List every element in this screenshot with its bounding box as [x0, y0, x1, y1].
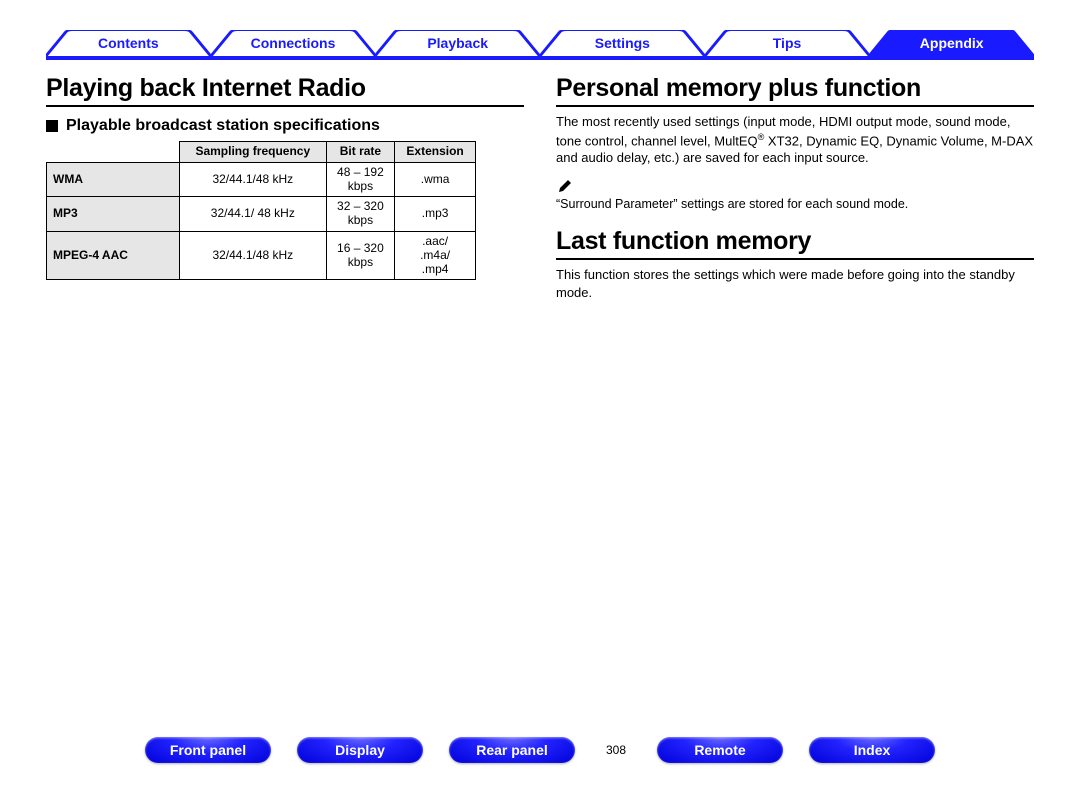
table-cell: 32/44.1/ 48 kHz	[180, 197, 327, 232]
table-header: Bit rate	[326, 142, 395, 163]
pill-label: Rear panel	[476, 742, 548, 758]
pill-index[interactable]: Index	[809, 737, 935, 763]
pill-label: Display	[335, 742, 385, 758]
tab-appendix[interactable]: Appendix	[869, 30, 1034, 56]
pill-label: Front panel	[170, 742, 246, 758]
table-cell: 32/44.1/48 kHz	[180, 162, 327, 197]
table-cell: 32 – 320kbps	[326, 197, 395, 232]
pill-rear-panel[interactable]: Rear panel	[449, 737, 575, 763]
table-header: Sampling frequency	[180, 142, 327, 163]
tab-label: Tips	[773, 35, 802, 51]
pill-display[interactable]: Display	[297, 737, 423, 763]
content: Playing back Internet Radio Playable bro…	[46, 74, 1034, 307]
bottom-nav: Front panel Display Rear panel 308 Remot…	[0, 737, 1080, 763]
tab-settings[interactable]: Settings	[540, 30, 705, 56]
table-cell: .aac/.m4a/.mp4	[395, 231, 476, 279]
heading-last-function: Last function memory	[556, 227, 1034, 260]
pill-remote[interactable]: Remote	[657, 737, 783, 763]
page-number: 308	[601, 743, 631, 757]
col-right: Personal memory plus function The most r…	[556, 74, 1034, 307]
tab-label: Playback	[427, 35, 488, 51]
tab-tips[interactable]: Tips	[705, 30, 870, 56]
tab-label: Contents	[98, 35, 159, 51]
tab-label: Connections	[251, 35, 336, 51]
table-header: Extension	[395, 142, 476, 163]
table-format: MPEG-4 AAC	[47, 231, 180, 279]
table-cell: .mp3	[395, 197, 476, 232]
tab-playback[interactable]: Playback	[375, 30, 540, 56]
table-row: MP3 32/44.1/ 48 kHz 32 – 320kbps .mp3	[47, 197, 476, 232]
heading-personal-memory: Personal memory plus function	[556, 74, 1034, 107]
pill-front-panel[interactable]: Front panel	[145, 737, 271, 763]
top-nav: Contents Connections Playback Settings T…	[46, 30, 1034, 60]
tab-label: Appendix	[920, 35, 984, 51]
spec-table: Sampling frequency Bit rate Extension WM…	[46, 141, 476, 280]
tab-contents[interactable]: Contents	[46, 30, 211, 56]
table-header-row: Sampling frequency Bit rate Extension	[47, 142, 476, 163]
heading-internet-radio: Playing back Internet Radio	[46, 74, 524, 107]
subheading-label: Playable broadcast station specification…	[66, 117, 380, 135]
table-format: MP3	[47, 197, 180, 232]
note-icon	[556, 177, 574, 195]
table-cell: 48 – 192kbps	[326, 162, 395, 197]
top-nav-underline	[46, 56, 1034, 60]
paragraph-last-function: This function stores the settings which …	[556, 266, 1034, 301]
note-surround-parameter: “Surround Parameter” settings are stored…	[556, 197, 1034, 211]
square-bullet-icon	[46, 120, 58, 132]
table-row: MPEG-4 AAC 32/44.1/48 kHz 16 – 320kbps .…	[47, 231, 476, 279]
table-cell: .wma	[395, 162, 476, 197]
table-format: WMA	[47, 162, 180, 197]
table-header-blank	[47, 142, 180, 163]
tab-label: Settings	[595, 35, 650, 51]
table-cell: 16 – 320kbps	[326, 231, 395, 279]
subheading-specifications: Playable broadcast station specification…	[46, 117, 524, 135]
table-row: WMA 32/44.1/48 kHz 48 – 192kbps .wma	[47, 162, 476, 197]
top-nav-tabs: Contents Connections Playback Settings T…	[46, 30, 1034, 56]
col-left: Playing back Internet Radio Playable bro…	[46, 74, 524, 307]
table-cell: 32/44.1/48 kHz	[180, 231, 327, 279]
pill-label: Remote	[694, 742, 745, 758]
paragraph-personal-memory: The most recently used settings (input m…	[556, 113, 1034, 167]
pill-label: Index	[854, 742, 891, 758]
tab-connections[interactable]: Connections	[211, 30, 376, 56]
